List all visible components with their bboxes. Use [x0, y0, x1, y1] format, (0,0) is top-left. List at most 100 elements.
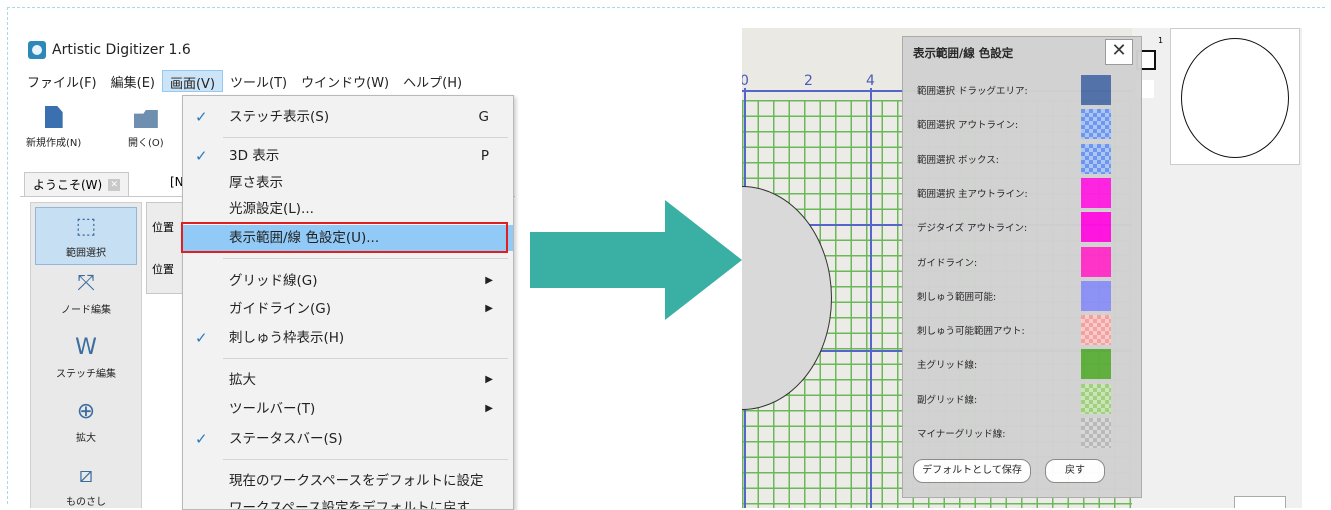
tool-label: 範囲選択	[66, 248, 106, 259]
color-setting-row: デジタイズ アウトライン:	[917, 212, 1129, 243]
menu-item-label: 3D 表示	[229, 148, 280, 164]
menu-edit[interactable]: 編集(E)	[104, 70, 162, 92]
color-swatch[interactable]	[1081, 315, 1111, 346]
submenu-arrow-icon: ▶	[485, 403, 493, 414]
color-setting-row: ガイドライン:	[917, 246, 1129, 277]
menu-item-statusbar[interactable]: ✓ ステータスバー(S)	[183, 426, 513, 452]
menu-item-label: ガイドライン(G)	[229, 301, 331, 317]
submenu-arrow-icon: ▶	[485, 303, 493, 314]
check-icon: ✓	[195, 430, 208, 448]
color-swatch[interactable]	[1081, 246, 1111, 277]
node-edit-icon: ⤧	[77, 271, 95, 296]
tool-sidebar: ⬚ 範囲選択 ⤧ ノード編集 W ステッチ編集 ⊕ 拡大 ⧄ ものさし	[30, 202, 142, 508]
color-setting-label: デジタイズ アウトライン:	[917, 223, 1028, 235]
red-highlight-box	[181, 222, 508, 253]
tool-zoom[interactable]: ⊕ 拡大	[31, 397, 141, 457]
menu-item-label: ステッチ表示(S)	[229, 109, 330, 125]
color-setting-row: 刺しゅう範囲可能:	[917, 280, 1129, 311]
submenu-arrow-icon: ▶	[485, 374, 493, 385]
color-setting-label: 範囲選択 ドラッグエリア:	[917, 86, 1028, 97]
color-setting-label: 範囲選択 主アウトライン:	[917, 188, 1028, 200]
dialog-title: 表示範囲/線 色設定	[913, 46, 1014, 60]
color-setting-label: 刺しゅう範囲可能:	[917, 291, 997, 303]
menu-item-label: ステータスバー(S)	[229, 431, 343, 447]
ellipse-shape[interactable]	[742, 186, 832, 410]
ruler-icon: ⧄	[79, 463, 93, 488]
new-label: 新規作成(N)	[26, 138, 82, 149]
color-setting-row: 範囲選択 ボックス:	[917, 143, 1129, 174]
check-icon: ✓	[195, 329, 208, 347]
color-swatch[interactable]	[1081, 177, 1111, 208]
menu-file[interactable]: ファイル(F)	[20, 70, 104, 92]
color-swatch[interactable]	[1081, 383, 1111, 414]
tool-stitch-edit[interactable]: W ステッチ編集	[31, 333, 141, 393]
tool-label: ノード編集	[61, 305, 111, 316]
open-button[interactable]: 開く(O)	[128, 106, 164, 149]
thumbnail-ellipse	[1181, 38, 1289, 158]
menu-item-3d[interactable]: ✓ 3D 表示 P	[183, 143, 513, 169]
menu-item-label: 厚さ表示	[229, 175, 283, 191]
color-swatch[interactable]	[1081, 418, 1111, 448]
menu-item-guide[interactable]: ガイドライン(G) ▶	[183, 296, 513, 322]
menu-window[interactable]: ウインドウ(W)	[294, 70, 396, 92]
tool-ruler[interactable]: ⧄ ものさし	[31, 461, 141, 508]
menu-item-stitch[interactable]: ✓ ステッチ表示(S) G	[183, 104, 513, 130]
back-button[interactable]: 戻す	[1045, 459, 1105, 483]
view-menu-dropdown: ✓ ステッチ表示(S) G ✓ 3D 表示 P 厚さ表示 光源設定(L)... …	[182, 95, 514, 510]
menu-tool[interactable]: ツール(T)	[223, 70, 294, 92]
color-setting-row: マイナーグリッド線:	[917, 418, 1129, 448]
check-icon: ✓	[195, 108, 208, 126]
thumbnail-number: 1	[1158, 36, 1164, 45]
color-setting-row: 範囲選択 アウトライン:	[917, 109, 1129, 140]
menu-item-light[interactable]: 光源設定(L)...	[183, 196, 513, 222]
guide-line	[870, 88, 872, 508]
menu-view[interactable]: 画面(V)	[161, 70, 224, 92]
color-setting-row: 主グリッド線:	[917, 349, 1129, 380]
open-label: 開く(O)	[128, 138, 164, 149]
separator	[223, 137, 508, 138]
tool-node-edit[interactable]: ⤧ ノード編集	[31, 269, 141, 329]
color-setting-label: 副グリッド線:	[917, 394, 978, 406]
menubar: ファイル(F) 編集(E) 画面(V) ツール(T) ウインドウ(W) ヘルプ(…	[20, 70, 469, 92]
ruler-label: 4	[866, 73, 875, 89]
close-button[interactable]: ✕	[1105, 39, 1133, 65]
submenu-arrow-icon: ▶	[485, 275, 493, 286]
new-button[interactable]: 新規作成(N)	[26, 106, 81, 149]
check-icon: ✓	[195, 147, 208, 165]
menu-help[interactable]: ヘルプ(H)	[396, 70, 469, 92]
color-setting-label: 範囲選択 ボックス:	[917, 154, 999, 166]
zoom-icon: ⊕	[76, 399, 96, 424]
menu-item-hoop[interactable]: ✓ 刺しゅう枠表示(H)	[183, 325, 513, 351]
color-swatch[interactable]	[1081, 212, 1111, 243]
menu-item-grid[interactable]: グリッド線(G) ▶	[183, 268, 513, 294]
color-swatch[interactable]	[1081, 143, 1111, 174]
color-swatch[interactable]	[1081, 75, 1111, 105]
menu-item-label: ツールバー(T)	[229, 401, 316, 417]
menu-item-set-default[interactable]: 現在のワークスペースをデフォルトに設定	[183, 468, 513, 494]
tab-welcome[interactable]: ようこそ(W) ✕	[24, 172, 130, 196]
menu-item-thickness[interactable]: 厚さ表示	[183, 170, 513, 196]
separator	[223, 459, 508, 460]
thumbnail[interactable]	[1170, 28, 1300, 165]
ruler-label: 0	[742, 73, 749, 89]
close-icon[interactable]: ✕	[108, 178, 121, 191]
scroll-handle[interactable]	[1234, 496, 1286, 508]
save-default-button[interactable]: デフォルトとして保存	[913, 459, 1031, 483]
tool-range-select[interactable]: ⬚ 範囲選択	[35, 207, 137, 265]
color-setting-label: ガイドライン:	[917, 257, 978, 269]
ruler-label: 2	[804, 73, 813, 89]
color-swatch[interactable]	[1081, 349, 1111, 380]
menu-item-toolbar[interactable]: ツールバー(T) ▶	[183, 396, 513, 422]
color-setting-row: 刺しゅう可能範囲アウト:	[917, 315, 1129, 346]
menu-item-label: グリッド線(G)	[229, 273, 318, 289]
position-label: 位置	[152, 263, 174, 276]
title-bar: Artistic Digitizer 1.6	[20, 38, 191, 62]
app-icon	[28, 41, 46, 59]
menu-item-label: 現在のワークスペースをデフォルトに設定	[229, 473, 484, 489]
color-setting-row: 範囲選択 ドラッグエリア:	[917, 75, 1129, 105]
menu-item-zoom[interactable]: 拡大 ▶	[183, 367, 513, 393]
stitch-edit-icon: W	[75, 335, 97, 360]
color-swatch[interactable]	[1081, 109, 1111, 140]
color-setting-row: 副グリッド線:	[917, 383, 1129, 414]
color-swatch[interactable]	[1081, 280, 1111, 311]
